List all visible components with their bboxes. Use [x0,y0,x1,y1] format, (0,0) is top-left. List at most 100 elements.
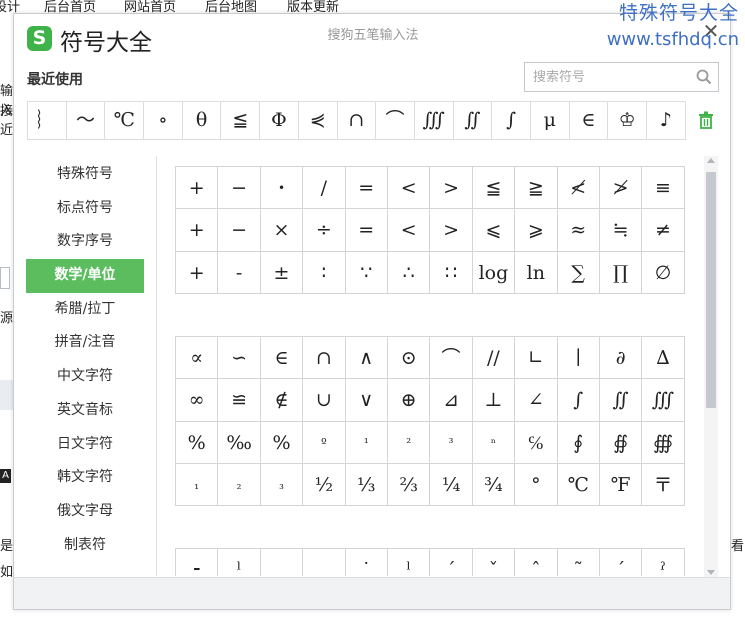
category-item[interactable]: 制表符 [26,529,144,563]
symbol-cell[interactable]: ˆ [515,549,558,576]
symbol-cell[interactable]: ∩ [303,337,346,380]
symbol-cell[interactable]: ≯ [599,167,643,210]
category-item[interactable]: 希腊/拉丁 [26,293,144,327]
symbol-cell[interactable]: ∅ [642,251,685,294]
symbol-cell[interactable]: ∝ [176,337,219,380]
symbol-cell[interactable]: ½ [303,463,346,507]
symbol-cell[interactable]: = [345,167,388,210]
symbol-cell[interactable]: 〒 [642,463,685,507]
symbol-cell[interactable]: + [176,167,219,210]
recent-symbol[interactable]: ♪ [647,102,686,139]
symbol-cell[interactable]: ≌ [218,379,261,422]
symbol-cell[interactable]: ⊙ [387,337,431,380]
symbol-cell[interactable]: - [218,251,261,294]
symbol-cell[interactable]: ⌒ [430,337,473,380]
symbol-cell[interactable]: ∬ [599,379,643,422]
recent-symbol[interactable]: ∫ [492,102,531,139]
symbol-cell[interactable]: ln [515,251,558,294]
symbol-cell[interactable]: ¹ [345,421,388,464]
symbol-cell[interactable]: + [176,251,219,294]
category-item[interactable]: 英文音标 [26,394,144,428]
symbol-cell[interactable]: ˀ [642,549,685,576]
recent-symbol[interactable]: ∩ [338,102,377,139]
symbol-cell[interactable]: % [260,421,304,464]
symbol-cell[interactable]: // [472,337,516,380]
symbol-cell[interactable]: ⊕ [387,379,431,422]
symbol-cell[interactable]: log [472,251,516,294]
symbol-cell[interactable]: ˙ [346,549,388,576]
symbol-cell[interactable]: ¸ [261,549,304,576]
symbol-cell[interactable]: ² [387,421,431,464]
symbol-cell[interactable]: º [303,421,346,464]
symbol-cell[interactable]: ≦ [472,167,516,210]
symbol-cell[interactable]: ₃ [260,463,304,507]
symbol-cell[interactable]: ÷ [303,209,346,252]
symbol-cell[interactable]: ≡ [642,167,685,210]
symbol-cell[interactable]: < [387,167,431,210]
category-item[interactable]: 韩文字符 [26,461,144,495]
symbol-cell[interactable]: ¾ [472,463,516,507]
recent-symbol[interactable]: ≦ [221,102,261,139]
symbol-cell[interactable]: ⅓ [345,463,388,507]
symbol-cell[interactable]: ∴ [387,251,431,294]
symbol-cell[interactable]: ³ [430,421,473,464]
symbol-cell[interactable]: ∭ [642,379,685,422]
symbol-cell[interactable]: ⊥ [472,379,516,422]
symbol-cell[interactable]: ∣ [557,337,600,380]
symbol-cell[interactable]: ¸ [303,549,346,576]
symbol-cell[interactable]: ˊ [430,549,473,576]
symbol-cell[interactable]: ℉ [599,463,643,507]
symbol-cell[interactable]: ⅔ [387,463,431,507]
category-item[interactable]: 标点符号 [26,192,144,226]
symbol-cell[interactable]: ∮ [557,421,600,464]
symbol-cell[interactable]: ˡ [218,549,261,576]
symbol-cell[interactable]: ∆ [642,337,685,380]
recent-symbol[interactable]: μ [531,102,570,139]
symbol-cell[interactable]: ⊿ [430,379,473,422]
category-item[interactable]: 拼音/注音 [26,326,144,360]
symbol-cell[interactable]: − [218,167,261,210]
symbol-cell[interactable]: ∶ [303,251,346,294]
recent-symbol[interactable]: ♔ [608,102,647,139]
scroll-up-arrow-icon[interactable] [707,158,715,163]
symbol-cell[interactable]: ∏ [599,251,643,294]
trash-icon[interactable] [698,111,714,129]
symbol-cell[interactable]: ∧ [345,337,388,380]
scroll-thumb[interactable] [706,172,716,408]
symbol-cell[interactable]: ₂ [218,463,261,507]
symbol-cell[interactable]: ≧ [515,167,558,210]
category-item[interactable]: 数学/单位 [26,259,144,293]
category-item[interactable]: 俄文字母 [26,495,144,529]
symbol-cell[interactable]: > [430,167,473,210]
symbol-cell[interactable]: • [260,167,304,210]
symbol-cell[interactable]: ∈ [260,337,304,380]
symbol-cell[interactable]: ˡ [388,549,431,576]
symbol-cell[interactable]: × [260,209,304,252]
symbol-cell[interactable]: / [303,167,346,210]
symbol-cell[interactable]: ∟ [515,337,558,380]
search-input[interactable] [525,63,685,91]
symbol-cell[interactable]: ∷ [430,251,473,294]
recent-symbol[interactable]: ︴ [28,102,67,139]
recent-symbol[interactable]: ℃ [105,102,145,139]
recent-symbol[interactable]: ⌒ [376,102,415,139]
symbol-cell[interactable]: ∉ [260,379,304,422]
symbol-cell[interactable]: ∰ [642,421,685,464]
category-item[interactable]: 数字序号 [26,225,144,259]
symbol-cell[interactable]: ‰ [218,421,261,464]
symbol-cell[interactable]: ≠ [642,209,685,252]
recent-symbol[interactable]: ～ [67,102,106,139]
symbol-cell[interactable]: ₁ [176,463,219,507]
symbol-cell[interactable]: ∠ [515,379,558,422]
symbol-cell[interactable]: > [430,209,473,252]
symbol-cell[interactable]: ∵ [345,251,388,294]
symbol-cell[interactable]: ⁿ [472,421,516,464]
symbol-cell[interactable]: < [387,209,431,252]
symbol-cell[interactable]: − [218,209,261,252]
category-item[interactable]: 中文字符 [26,360,144,394]
symbol-cell[interactable]: + [176,209,219,252]
symbol-cell[interactable]: ∯ [599,421,643,464]
recent-symbol[interactable]: ⋞ [299,102,338,139]
symbol-cell[interactable]: ≒ [599,209,643,252]
symbol-cell[interactable]: ∨ [345,379,388,422]
